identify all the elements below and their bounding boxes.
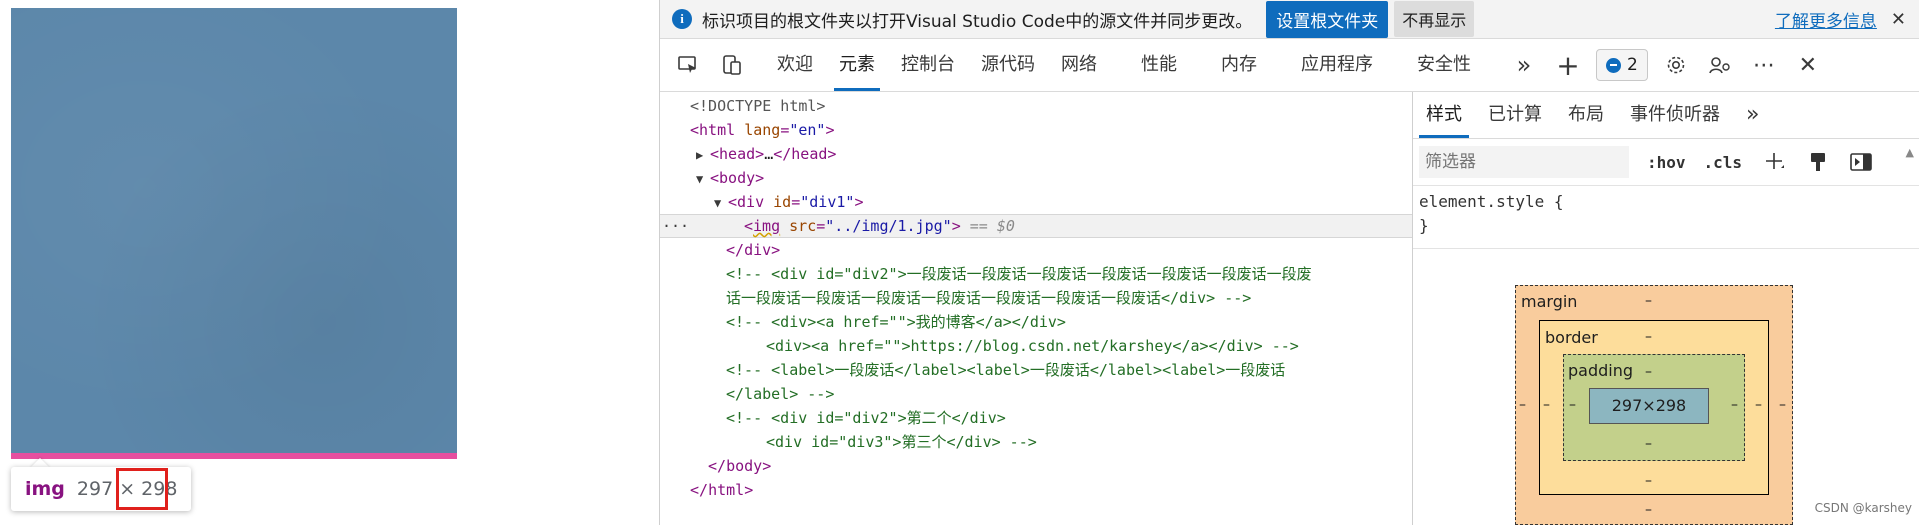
padding-left-value[interactable]: – [1569,397,1576,413]
element-style-rule[interactable]: element.style { } [1413,186,1919,249]
cls-toggle-button[interactable]: .cls [1704,153,1743,172]
tab-elements[interactable]: 元素 [826,39,888,91]
tab-performance[interactable]: 性能 [1128,39,1190,91]
dom-line-comment[interactable]: </label> --> [660,382,1412,406]
dom-line-div1-close[interactable]: </div> [660,238,1412,262]
page-viewport: img 297 × 298 [0,0,660,525]
border-left-value[interactable]: – [1543,397,1550,413]
dom-line-body[interactable]: ▼ <body> [660,166,1412,191]
watermark: CSDN @karshey [1814,501,1912,515]
tab-console[interactable]: 控制台 [888,39,968,91]
expand-triangle-icon[interactable]: ▶ [696,143,710,167]
tab-layout[interactable]: 布局 [1555,92,1617,138]
issues-count: 2 [1627,55,1638,75]
border-top-value[interactable]: – [1645,329,1652,345]
settings-icon[interactable] [1654,39,1698,91]
dom-line-comment[interactable]: <!-- <div id="div2">第二个</div> [660,406,1412,430]
dom-tree: <!DOCTYPE html> <html lang="en"> ▶ <head>… [660,92,1413,525]
close-icon[interactable]: ✕ [1891,9,1906,30]
border-right-value[interactable]: – [1755,397,1762,413]
dom-line-body-close[interactable]: </body> [660,454,1412,478]
padding-label: padding [1568,361,1634,380]
devtools-toolbar: 欢迎 元素 控制台 源代码 网络 性能 内存 应用程序 安全性 » + 2 ⋯ … [660,39,1919,92]
customize-icon[interactable] [1698,39,1742,91]
issues-button[interactable]: 2 [1596,49,1648,81]
box-model-content[interactable]: 297×298 [1589,388,1709,424]
margin-top-value[interactable]: – [1645,293,1652,309]
filter-row: :hov .cls [1413,139,1919,186]
margin-right-value[interactable]: – [1779,397,1786,413]
dom-line-comment[interactable]: <div id="div3">第三个</div> --> [660,430,1412,454]
close-devtools-icon[interactable]: ✕ [1786,39,1830,91]
add-tab-icon[interactable]: + [1546,39,1590,91]
border-bottom-value[interactable]: – [1645,473,1652,489]
more-tabs-icon[interactable]: » [1502,39,1546,91]
info-bar: i 标识项目的根文件夹以打开Visual Studio Code中的源文件并同步… [660,0,1919,39]
toggle-sidebar-icon[interactable] [1850,152,1872,172]
tab-styles[interactable]: 样式 [1413,92,1475,138]
selected-node-marker: == $0 [969,217,1015,235]
learn-more-link[interactable]: 了解更多信息 [1775,7,1877,32]
tab-network[interactable]: 网络 [1048,39,1110,91]
paint-brush-icon[interactable] [1808,151,1828,173]
devtools-panel: i 标识项目的根文件夹以打开Visual Studio Code中的源文件并同步… [659,0,1919,525]
dom-line-comment[interactable]: <!-- <div id="div2">一段废话一段废话一段废话一段废话一段废话… [660,262,1412,286]
dom-line-comment[interactable]: <!-- <div><a href="">我的博客</a></div> [660,310,1412,334]
collapse-triangle-icon[interactable]: ▼ [696,167,710,191]
annotation-red-box [116,468,168,510]
margin-bottom-value[interactable]: – [1645,502,1652,518]
dom-line-comment[interactable]: 话一段废话一段废话一段废话一段废话一段废话一段废话一段废话</div> --> [660,286,1412,310]
more-panes-icon[interactable]: » [1733,92,1772,138]
hov-toggle-button[interactable]: :hov [1647,153,1686,172]
dom-line-doctype[interactable]: <!DOCTYPE html> [660,94,1412,118]
dom-line-html[interactable]: <html lang="en"> [660,118,1412,142]
set-root-folder-button[interactable]: 设置根文件夹 [1266,0,1389,38]
dom-line-html-close[interactable]: </html> [660,478,1412,502]
more-options-icon[interactable]: ⋯ [1742,39,1786,91]
tab-memory[interactable]: 内存 [1208,39,1270,91]
padding-bottom-value[interactable]: – [1645,436,1652,452]
dom-line-comment[interactable]: <!-- <label>一段废话</label><label>一段废话</lab… [660,358,1412,382]
styles-pane: 样式 已计算 布局 事件侦听器 » :hov .cls element.styl… [1413,92,1919,525]
dom-line-head[interactable]: ▶ <head>…</head> [660,142,1412,167]
padding-right-value[interactable]: – [1731,397,1738,413]
padding-top-value[interactable]: – [1645,364,1652,380]
dom-line-img-selected[interactable]: ··· <img src="../img/1.jpg"> == $0 [660,214,1412,238]
margin-left-value[interactable]: – [1519,397,1526,413]
border-label: border [1545,328,1598,347]
device-emulation-icon[interactable] [710,39,754,91]
tab-application[interactable]: 应用程序 [1288,39,1386,91]
collapse-triangle-icon[interactable]: ▼ [714,191,728,215]
tab-security[interactable]: 安全性 [1404,39,1484,91]
inspect-element-icon[interactable] [666,39,710,91]
scroll-up-arrow-icon[interactable]: ▲ [1906,146,1914,159]
element-highlight-bar [11,453,457,459]
tooltip-tag: img [25,478,65,500]
dom-line-comment[interactable]: <div><a href="">https://blog.csdn.net/ka… [660,334,1412,358]
tab-event-listeners[interactable]: 事件侦听器 [1617,92,1733,138]
dont-show-again-button[interactable]: 不再显示 [1394,1,1475,37]
info-icon: i [672,9,692,29]
info-message: 标识项目的根文件夹以打开Visual Studio Code中的源文件并同步更改… [702,11,1253,32]
inspected-image[interactable] [11,8,457,457]
tab-computed[interactable]: 已计算 [1475,92,1555,138]
issues-icon [1606,57,1621,73]
styles-tabbar: 样式 已计算 布局 事件侦听器 » [1413,92,1919,139]
dom-line-div1[interactable]: ▼ <div id="div1"> [660,190,1412,215]
tab-welcome[interactable]: 欢迎 [764,39,826,91]
new-style-rule-icon[interactable] [1764,151,1786,173]
tab-sources[interactable]: 源代码 [968,39,1048,91]
styles-filter-input[interactable] [1419,146,1629,178]
more-actions-icon[interactable]: ··· [662,215,689,237]
margin-label: margin [1521,292,1578,311]
